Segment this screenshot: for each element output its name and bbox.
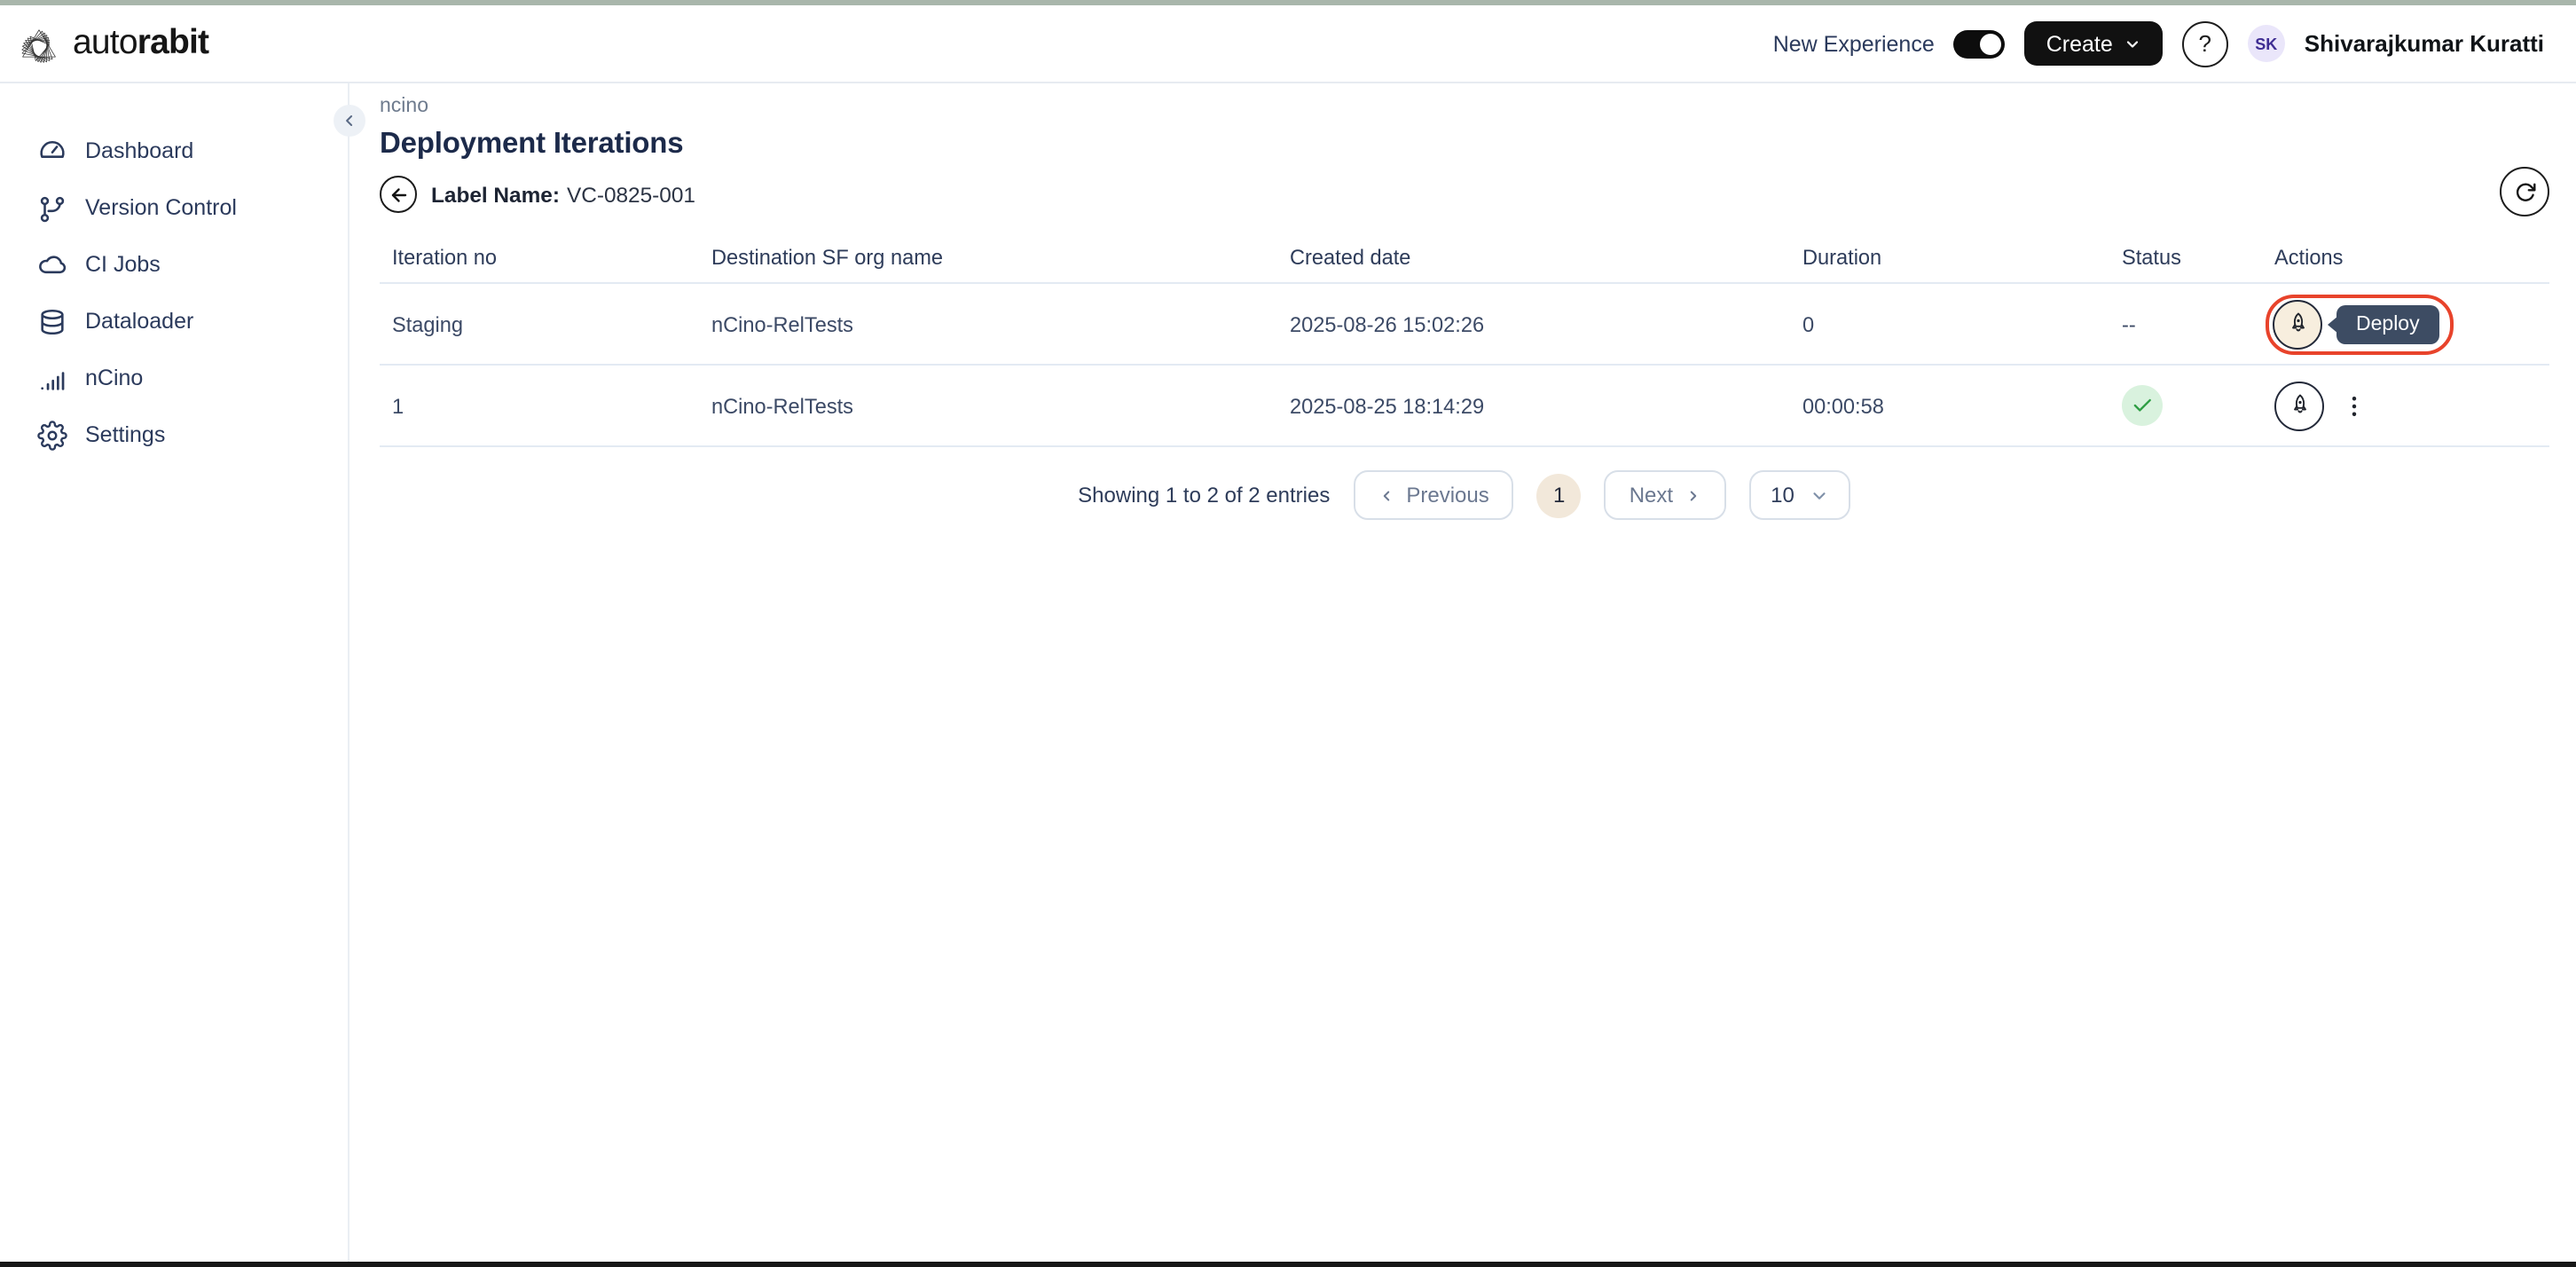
- sidebar-item-dashboard[interactable]: Dashboard: [0, 122, 348, 179]
- next-label: Next: [1629, 483, 1674, 508]
- help-button[interactable]: ?: [2181, 20, 2228, 67]
- sidebar-item-label: Dataloader: [85, 309, 194, 334]
- cell-destination-org: nCino-RelTests: [711, 393, 853, 418]
- sidebar-item-ncino[interactable]: nCino: [0, 350, 348, 406]
- brand-wordmark: autorabit: [73, 23, 209, 62]
- cell-iteration-no: 1: [392, 393, 404, 418]
- sidebar-item-label: Version Control: [85, 195, 237, 220]
- cell-status: --: [2122, 311, 2136, 336]
- column-header-actions: Actions: [2274, 244, 2344, 269]
- label-row: Label Name: VC-0825-001: [380, 176, 2544, 213]
- chevron-left-icon: [1383, 490, 1389, 500]
- cloud-icon: [39, 255, 67, 273]
- check-icon: [2133, 398, 2151, 412]
- back-button[interactable]: [380, 176, 417, 213]
- cell-duration: 00:00:58: [1802, 393, 1884, 418]
- cell-duration: 0: [1802, 311, 1815, 336]
- page-title: Deployment Iterations: [380, 128, 684, 160]
- kebab-icon: [2352, 396, 2357, 415]
- gear-icon: [37, 420, 67, 450]
- column-header-duration: Duration: [1802, 244, 1882, 269]
- label-name-label: Label Name:: [431, 182, 560, 207]
- deploy-tooltip[interactable]: Deploy: [2336, 304, 2439, 343]
- label-name-value: VC-0825-001: [566, 182, 695, 207]
- bar-chart-icon: [41, 371, 65, 390]
- user-name[interactable]: Shivarajkumar Kuratti: [2305, 30, 2544, 57]
- cell-destination-org: nCino-RelTests: [711, 311, 853, 336]
- autorabit-logo-icon: [21, 28, 56, 62]
- next-page-button[interactable]: Next: [1604, 470, 1727, 520]
- chevron-down-icon: [1814, 492, 1826, 499]
- header-controls: New Experience Create ? SK Shivarajkumar…: [1773, 20, 2544, 67]
- sidebar-item-label: CI Jobs: [85, 252, 161, 277]
- sidebar-item-label: Settings: [85, 422, 166, 447]
- deploy-rocket-button[interactable]: [2274, 381, 2324, 430]
- main-content: ncino Deployment Iterations Label Name: …: [349, 83, 2576, 1262]
- new-experience-label: New Experience: [1772, 31, 1935, 56]
- table-header-row: Iteration no Destination SF org name Cre…: [380, 231, 2549, 284]
- cell-iteration-no: Staging: [392, 311, 464, 336]
- sidebar-item-ci-jobs[interactable]: CI Jobs: [0, 236, 348, 293]
- breadcrumb: ncino: [380, 96, 428, 117]
- pagination: Showing 1 to 2 of 2 entries Previous 1 N…: [380, 470, 2549, 520]
- pagination-summary: Showing 1 to 2 of 2 entries: [1078, 483, 1331, 508]
- rocket-icon: [2291, 312, 2304, 332]
- sidebar-item-version-control[interactable]: Version Control: [0, 179, 348, 236]
- avatar-initials: SK: [2255, 35, 2278, 52]
- chevron-down-icon: [2126, 40, 2138, 47]
- column-header-iteration-no: Iteration no: [392, 244, 498, 269]
- gauge-icon: [40, 140, 65, 157]
- cell-created-date: 2025-08-25 18:14:29: [1290, 393, 1485, 418]
- kebab-menu-button[interactable]: [2338, 388, 2370, 423]
- brand-logo[interactable]: autorabit: [16, 20, 209, 67]
- table-row: Staging nCino-RelTests 2025-08-26 15:02:…: [380, 284, 2549, 366]
- app-header: autorabit New Experience Create ? SK Shi…: [0, 5, 2576, 83]
- sidebar-item-label: Dashboard: [85, 138, 194, 163]
- chevron-right-icon: [1690, 490, 1697, 500]
- database-icon: [41, 308, 64, 334]
- create-button-label: Create: [2046, 31, 2113, 56]
- sidebar-item-dataloader[interactable]: Dataloader: [0, 293, 348, 350]
- current-page-button[interactable]: 1: [1536, 473, 1582, 517]
- table-row: 1 nCino-RelTests 2025-08-25 18:14:29 00:…: [380, 366, 2549, 447]
- deploy-highlight-annotation: Deploy: [2266, 294, 2454, 354]
- column-header-destination-org: Destination SF org name: [711, 244, 943, 269]
- page-size-select[interactable]: 10: [1749, 470, 1851, 520]
- toggle-knob: [1980, 33, 2002, 54]
- arrow-left-icon: [390, 187, 406, 201]
- create-button[interactable]: Create: [2024, 21, 2163, 66]
- window-bottom-edge: [0, 1262, 2576, 1267]
- avatar[interactable]: SK: [2247, 25, 2285, 62]
- body-row: Dashboard Version Control CI Jobs Datalo…: [0, 83, 2576, 1262]
- cell-actions: [2262, 381, 2549, 430]
- refresh-icon: [2515, 182, 2535, 201]
- rocket-icon: [2293, 394, 2305, 413]
- chevron-left-icon: [346, 115, 353, 126]
- app-window: autorabit New Experience Create ? SK Shi…: [0, 0, 2576, 1267]
- git-branch-icon: [40, 195, 65, 222]
- previous-label: Previous: [1406, 483, 1489, 508]
- deploy-rocket-button[interactable]: [2273, 299, 2322, 349]
- status-success-badge: [2122, 385, 2163, 426]
- sidebar-item-label: nCino: [85, 366, 144, 390]
- question-mark-icon: ?: [2198, 30, 2211, 57]
- column-header-status: Status: [2122, 244, 2181, 269]
- page-size-value: 10: [1771, 483, 1795, 508]
- previous-page-button[interactable]: Previous: [1353, 470, 1514, 520]
- refresh-button[interactable]: [2500, 167, 2549, 216]
- deployment-iterations-table: Iteration no Destination SF org name Cre…: [380, 231, 2549, 447]
- cell-status: [2109, 385, 2262, 426]
- cell-created-date: 2025-08-26 15:02:26: [1290, 311, 1485, 336]
- sidebar: Dashboard Version Control CI Jobs Datalo…: [0, 83, 349, 1262]
- sidebar-item-settings[interactable]: Settings: [0, 406, 348, 463]
- cell-actions: Deploy: [2262, 294, 2549, 354]
- column-header-created-date: Created date: [1290, 244, 1411, 269]
- sidebar-collapse-button[interactable]: [334, 105, 365, 137]
- new-experience-toggle[interactable]: [1953, 29, 2006, 58]
